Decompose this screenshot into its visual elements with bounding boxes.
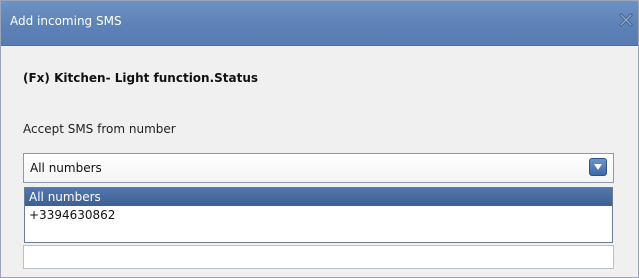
dropdown-button[interactable] (589, 158, 607, 176)
add-incoming-sms-dialog: Add incoming SMS (Fx) Kitchen- Light fun… (0, 0, 639, 278)
accept-sms-label: Accept SMS from number (23, 122, 176, 136)
chevron-down-icon (594, 164, 602, 170)
close-icon[interactable] (616, 10, 636, 30)
input-field-below[interactable] (23, 245, 614, 269)
dropdown-option-number[interactable]: +3394630862 (25, 206, 612, 224)
combobox-selected-value: All numbers (30, 161, 102, 175)
dialog-title: Add incoming SMS (10, 14, 122, 28)
sender-number-dropdown-list: All numbers +3394630862 (24, 187, 613, 243)
dropdown-option-all-numbers[interactable]: All numbers (25, 188, 612, 206)
subject-heading: (Fx) Kitchen- Light function.Status (23, 71, 259, 85)
title-bar[interactable]: Add incoming SMS (1, 1, 638, 46)
sender-number-combobox[interactable]: All numbers (23, 153, 614, 183)
